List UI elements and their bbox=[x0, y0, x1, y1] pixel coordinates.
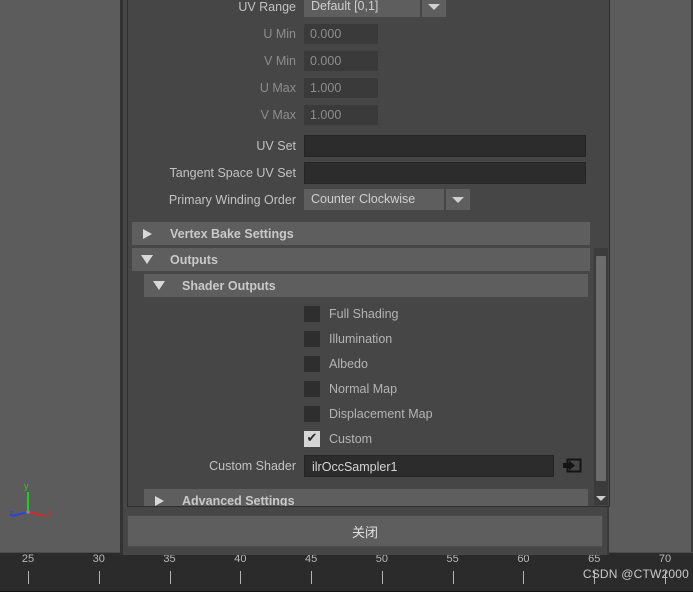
dialog-body: UV Range Default [0,1] U Min 0.000 V Min… bbox=[127, 0, 610, 507]
ruler-tick bbox=[169, 571, 171, 584]
check-icon: ✔ bbox=[306, 431, 318, 446]
watermark-text: CSDN @CTW2000 bbox=[582, 567, 689, 581]
x-axis-line bbox=[27, 511, 47, 517]
ruler-tick-label: 70 bbox=[658, 553, 672, 565]
close-button[interactable]: 关闭 bbox=[127, 515, 603, 547]
input-v-min[interactable]: 0.000 bbox=[304, 50, 378, 71]
y-axis-label: y bbox=[24, 481, 29, 491]
shader-output-row: ✔ Albedo bbox=[128, 351, 594, 376]
checkbox-label: Normal Map bbox=[329, 381, 398, 396]
dropdown-uv-range[interactable]: Default [0,1] bbox=[304, 0, 446, 17]
vertical-scrollbar[interactable] bbox=[594, 248, 608, 505]
axis-origin bbox=[26, 510, 30, 514]
section-outputs[interactable]: Outputs bbox=[132, 248, 590, 271]
input-custom-shader[interactable]: ilrOccSampler1 bbox=[304, 454, 554, 477]
ruler-tick bbox=[523, 571, 525, 584]
label-tangent-space-uv-set: Tangent Space UV Set bbox=[169, 165, 296, 180]
bake-settings-dialog: UV Range Default [0,1] U Min 0.000 V Min… bbox=[120, 0, 610, 555]
label-u-min: U Min bbox=[263, 26, 296, 41]
checkbox-label: Albedo bbox=[329, 356, 368, 371]
input-uv-set[interactable] bbox=[304, 134, 586, 157]
input-u-max[interactable]: 1.000 bbox=[304, 77, 378, 98]
section-shader-outputs-title: Shader Outputs bbox=[182, 278, 276, 293]
x-axis-label: x bbox=[48, 508, 53, 518]
row-tangent-space-uv-set: Tangent Space UV Set bbox=[128, 159, 594, 186]
row-uv-range: UV Range Default [0,1] bbox=[128, 0, 594, 20]
section-shader-outputs[interactable]: Shader Outputs bbox=[144, 274, 588, 297]
input-v-max[interactable]: 1.000 bbox=[304, 104, 378, 125]
row-u-max: U Max 1.000 bbox=[128, 74, 594, 101]
shader-output-row: ✔ Custom bbox=[128, 426, 594, 451]
checkbox-illumination[interactable]: ✔ bbox=[304, 330, 320, 347]
ruler-tick bbox=[311, 571, 313, 584]
checkbox-full-shading[interactable]: ✔ bbox=[304, 305, 320, 322]
row-v-min: V Min 0.000 bbox=[128, 47, 594, 74]
shader-output-row: ✔ Illumination bbox=[128, 326, 594, 351]
checkbox-custom[interactable]: ✔ bbox=[304, 430, 320, 447]
shader-outputs-list: ✔ Full Shading ✔ Illumination ✔ Albedo ✔ Normal… bbox=[128, 301, 594, 451]
dropdown-primary-winding-order-value: Counter Clockwise bbox=[304, 189, 444, 210]
label-uv-range: UV Range bbox=[238, 0, 296, 14]
checkbox-label: Illumination bbox=[329, 331, 393, 346]
row-u-min: U Min 0.000 bbox=[128, 20, 594, 47]
ruler-tick bbox=[28, 571, 29, 584]
section-vertex-bake-settings[interactable]: Vertex Bake Settings bbox=[132, 222, 590, 245]
row-v-max: V Max 1.000 bbox=[128, 101, 594, 128]
z-axis-line bbox=[11, 511, 29, 517]
attribute-scroll-area: UV Range Default [0,1] U Min 0.000 V Min… bbox=[128, 0, 594, 506]
chevron-right-icon[interactable] bbox=[132, 228, 162, 239]
z-axis-label: z bbox=[9, 508, 14, 518]
chevron-down-icon[interactable] bbox=[144, 281, 174, 290]
label-v-max: V Max bbox=[260, 107, 296, 122]
goto-node-icon[interactable] bbox=[563, 457, 582, 474]
timeline-ruler[interactable]: 25 30 35 40 45 50 55 60 65 70 CSDN @CTW2000 bbox=[0, 552, 693, 592]
checkbox-label: Displacement Map bbox=[329, 406, 433, 421]
ruler-tick-label: 30 bbox=[92, 553, 105, 565]
section-advanced-settings-title: Advanced Settings bbox=[182, 493, 295, 507]
axis-gizmo: y x z bbox=[8, 482, 56, 526]
ruler-tick bbox=[240, 571, 242, 584]
checkbox-displacement-map[interactable]: ✔ bbox=[304, 405, 320, 422]
shader-output-row: ✔ Displacement Map bbox=[128, 401, 594, 426]
label-uv-set: UV Set bbox=[256, 138, 296, 153]
ruler-tick bbox=[381, 571, 383, 584]
dropdown-uv-range-value: Default [0,1] bbox=[304, 0, 420, 17]
dialog-footer: 关闭 bbox=[127, 515, 603, 547]
input-u-min[interactable]: 0.000 bbox=[304, 23, 378, 44]
section-outputs-title: Outputs bbox=[170, 252, 218, 267]
row-custom-shader: Custom Shader ilrOccSampler1 bbox=[128, 451, 594, 480]
axis-gizmo-svg bbox=[11, 492, 47, 517]
label-custom-shader: Custom Shader bbox=[209, 458, 296, 473]
ruler-tick bbox=[452, 571, 454, 584]
input-tangent-space-uv-set[interactable] bbox=[304, 161, 586, 184]
shader-output-row: ✔ Full Shading bbox=[128, 301, 594, 326]
chevron-right-icon[interactable] bbox=[144, 495, 174, 506]
checkbox-normal-map[interactable]: ✔ bbox=[304, 380, 320, 397]
chevron-down-icon[interactable] bbox=[446, 189, 470, 210]
row-uv-set: UV Set bbox=[128, 132, 594, 159]
label-primary-winding-order: Primary Winding Order bbox=[168, 192, 296, 207]
checkbox-label: Full Shading bbox=[329, 306, 399, 321]
label-v-min: V Min bbox=[264, 53, 296, 68]
checkbox-label: Custom bbox=[329, 431, 373, 446]
chevron-down-icon[interactable] bbox=[132, 255, 162, 264]
shader-output-row: ✔ Normal Map bbox=[128, 376, 594, 401]
checkbox-albedo[interactable]: ✔ bbox=[304, 355, 320, 372]
row-primary-winding-order: Primary Winding Order Counter Clockwise bbox=[128, 186, 594, 213]
ruler-tick bbox=[98, 571, 100, 584]
chevron-down-icon[interactable] bbox=[422, 0, 446, 17]
ruler-tick-label: 25 bbox=[21, 553, 35, 565]
scroll-down-button[interactable] bbox=[594, 491, 608, 505]
app-root: y x z 25 30 35 40 45 50 55 60 65 70 CSDN @CTW2000… bbox=[0, 0, 693, 592]
section-advanced-settings[interactable]: Advanced Settings bbox=[144, 489, 588, 506]
label-u-max: U Max bbox=[259, 80, 296, 95]
scrollbar-thumb[interactable] bbox=[596, 256, 606, 481]
section-vertex-bake-settings-title: Vertex Bake Settings bbox=[170, 226, 294, 241]
dropdown-primary-winding-order[interactable]: Counter Clockwise bbox=[304, 189, 470, 210]
